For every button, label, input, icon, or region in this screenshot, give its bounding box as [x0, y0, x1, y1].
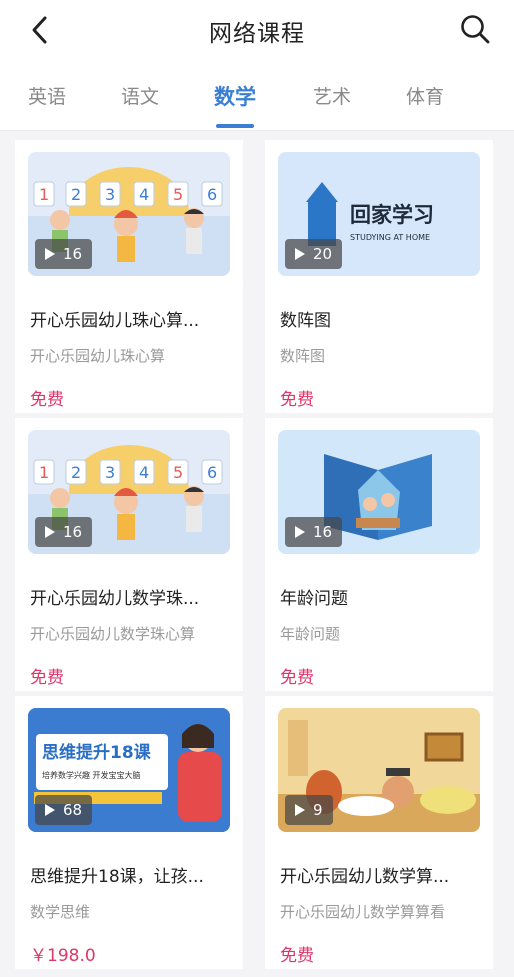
number-6: 6 — [207, 185, 217, 204]
episode-count-badge: 16 — [285, 517, 343, 547]
thumb-headline: 回家学习 — [350, 203, 434, 227]
course-price: ￥198.0 — [30, 946, 96, 966]
number-3: 3 — [105, 463, 115, 482]
number-4: 4 — [139, 463, 149, 482]
number-6: 6 — [207, 463, 217, 482]
active-tab-indicator — [216, 124, 254, 128]
course-card[interactable]: 16 年龄问题 年龄问题 免费 — [265, 418, 493, 691]
number-4: 4 — [139, 185, 149, 204]
course-price: 免费 — [30, 390, 64, 410]
course-subtitle: 开心乐园幼儿数学算算看 — [280, 903, 446, 921]
course-card[interactable]: 9 开心乐园幼儿数学算... 开心乐园幼儿数学算算看 免费 — [265, 696, 493, 969]
number-5: 5 — [173, 463, 183, 482]
search-button[interactable] — [456, 10, 494, 48]
subject-tabs: 英语 语文 数学 艺术 体育 — [0, 62, 514, 131]
play-icon — [45, 248, 55, 260]
course-price: 免费 — [280, 668, 314, 688]
course-card[interactable]: 思维提升18课 培养数学兴趣 开发宝宝大脑 68 思维提升18课，让孩... 数… — [15, 696, 243, 969]
chevron-left-icon — [32, 16, 47, 44]
play-icon — [45, 526, 55, 538]
episode-count: 16 — [313, 523, 333, 541]
number-3: 3 — [105, 185, 115, 204]
course-card[interactable]: 回家学习 STUDYING AT HOME 20 数阵图 数阵图 免费 — [265, 140, 493, 413]
course-title: 开心乐园幼儿数学算... — [280, 867, 450, 887]
number-5: 5 — [173, 185, 183, 204]
course-price: 免费 — [30, 668, 64, 688]
tab-math[interactable]: 数学 — [205, 81, 265, 111]
play-icon — [45, 804, 55, 816]
thumb-caption: 培养数学兴趣 开发宝宝大脑 — [42, 770, 141, 780]
episode-count: 9 — [313, 801, 323, 819]
number-1: 1 — [39, 185, 49, 204]
course-title: 思维提升18课，让孩... — [30, 867, 204, 887]
course-subtitle: 开心乐园幼儿珠心算 — [30, 347, 166, 365]
course-card[interactable]: 1 2 3 4 5 6 — [15, 418, 243, 691]
episode-count: 16 — [63, 245, 83, 263]
course-title: 年龄问题 — [280, 589, 348, 609]
back-button[interactable] — [22, 12, 58, 48]
page-title: 网络课程 — [209, 21, 305, 47]
episode-count: 20 — [313, 245, 333, 263]
tab-art[interactable]: 艺术 — [302, 82, 362, 109]
number-1: 1 — [39, 463, 49, 482]
course-subtitle: 数阵图 — [280, 347, 326, 365]
course-price: 免费 — [280, 390, 314, 410]
course-title: 开心乐园幼儿珠心算... — [30, 311, 200, 331]
play-icon — [295, 526, 305, 538]
play-icon — [295, 804, 305, 816]
course-thumbnail[interactable]: 思维提升18课 培养数学兴趣 开发宝宝大脑 68 — [28, 708, 230, 832]
thumb-headline: 思维提升18课 — [42, 742, 152, 763]
course-title: 开心乐园幼儿数学珠... — [30, 589, 200, 609]
course-thumbnail[interactable]: 1 2 3 4 5 6 16 — [28, 152, 230, 276]
play-icon — [295, 248, 305, 260]
top-bar: 网络课程 — [0, 0, 514, 62]
course-price: 免费 — [280, 946, 314, 966]
number-2: 2 — [71, 463, 81, 482]
episode-count-badge: 16 — [35, 517, 93, 547]
search-icon — [461, 15, 490, 44]
course-thumbnail[interactable]: 1 2 3 4 5 6 16 — [28, 430, 230, 554]
course-thumbnail[interactable]: 回家学习 STUDYING AT HOME 20 — [278, 152, 480, 276]
course-title: 数阵图 — [280, 311, 331, 331]
episode-count: 68 — [63, 801, 83, 819]
number-2: 2 — [71, 185, 81, 204]
episode-count-badge: 16 — [35, 239, 93, 269]
episode-count-badge: 20 — [285, 239, 343, 269]
course-subtitle: 开心乐园幼儿数学珠心算 — [30, 625, 196, 643]
course-thumbnail[interactable]: 16 — [278, 430, 480, 554]
episode-count-badge: 68 — [35, 795, 93, 825]
episode-count-badge: 9 — [285, 795, 333, 825]
tab-english[interactable]: 英语 — [17, 82, 77, 109]
tab-chinese[interactable]: 语文 — [110, 82, 170, 109]
course-card[interactable]: 1 2 3 4 5 6 — [15, 140, 243, 413]
tab-pe[interactable]: 体育 — [395, 82, 455, 109]
course-thumbnail[interactable]: 9 — [278, 708, 480, 832]
course-subtitle: 数学思维 — [30, 903, 91, 921]
thumb-caption: STUDYING AT HOME — [350, 233, 430, 242]
course-subtitle: 年龄问题 — [280, 625, 341, 643]
episode-count: 16 — [63, 523, 83, 541]
